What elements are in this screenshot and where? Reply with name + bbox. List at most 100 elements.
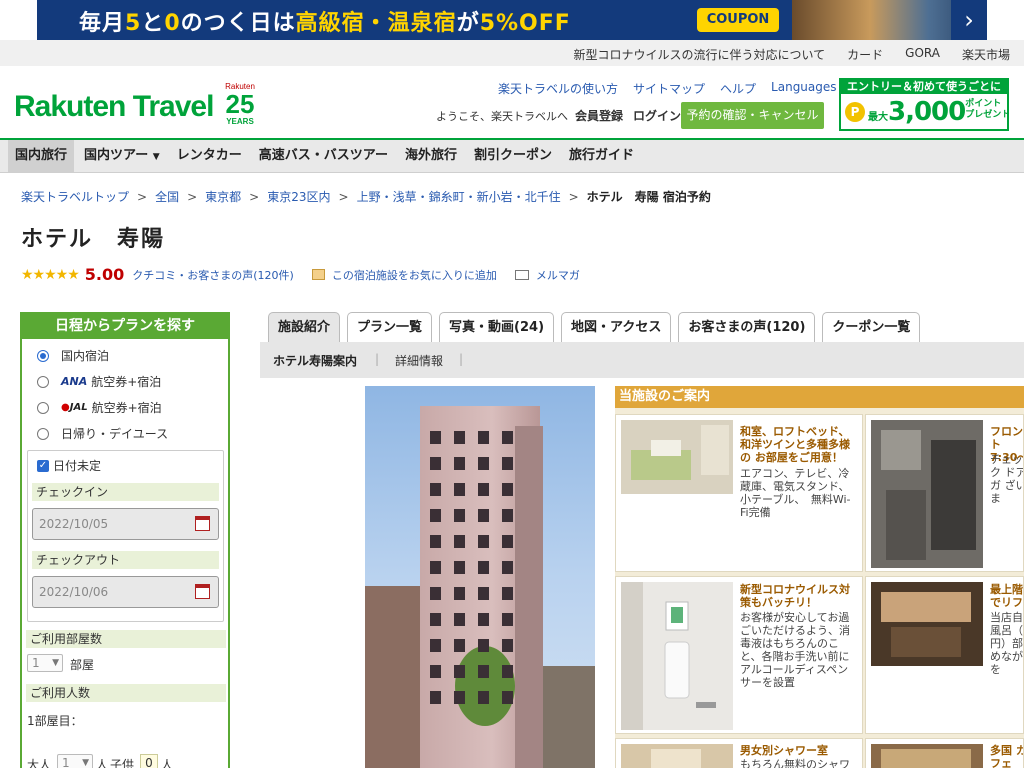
login-link[interactable]: ログイン [633, 107, 681, 124]
guide-card-shower[interactable]: 男女別シャワー室 もちろん無料のシャワ [615, 738, 863, 768]
header-links: 楽天トラベルの使い方 サイトマップ ヘルプ Languages ▼ [498, 80, 847, 97]
photo-window [478, 483, 489, 496]
nav-overseas[interactable]: 海外旅行 [398, 140, 464, 172]
link-help[interactable]: ヘルプ [720, 80, 756, 97]
radio-domestic-stay[interactable]: 国内宿泊 [37, 347, 109, 364]
anniversary-logo: Rakuten 25 YEARS [225, 82, 255, 126]
checkin-input[interactable]: 2022/10/05 [32, 508, 219, 540]
breadcrumb-23ku[interactable]: 東京23区内 [267, 190, 330, 204]
mail-icon [514, 269, 529, 280]
radio-day-use[interactable]: 日帰り・デイユース [37, 425, 168, 442]
util-link-covid[interactable]: 新型コロナウイルスの流行に伴う対応について [574, 46, 826, 63]
radio-button[interactable] [37, 427, 49, 440]
checkmark-icon[interactable]: ✓ [37, 459, 49, 472]
photo-window [478, 535, 489, 548]
tab-map[interactable]: 地図・アクセス [561, 312, 672, 342]
card-desc: チェック ドアガ ざいま [990, 453, 1024, 505]
checkout-label: チェックアウト [32, 551, 219, 569]
child-label: 子供 [110, 758, 135, 768]
date-undecided-checkbox[interactable]: ✓ 日付未定 [37, 457, 101, 474]
nav-domestic-tour[interactable]: 国内ツアー ▼ [77, 140, 167, 172]
breadcrumb-area[interactable]: 上野・浅草・錦糸町・新小岩・北千住 [357, 190, 561, 204]
photo-window [502, 561, 513, 574]
chevron-down-icon: ▼ [52, 658, 59, 668]
tab-overview[interactable]: 施設紹介 [268, 312, 341, 342]
photo-window [478, 457, 489, 470]
radio-jal-stay[interactable]: ●JAL 航空券+宿泊 [37, 399, 162, 416]
subtab-hotel-info[interactable]: ホテル寿陽案内 [273, 352, 357, 369]
languages-dropdown[interactable]: Languages ▼ [771, 80, 847, 97]
guide-card-covid[interactable]: 新型コロナウイルス対策もバッチリ！ お客様が安心してお過ごいただけるよう、消毒液… [615, 576, 863, 734]
review-link[interactable]: クチコミ・お客さまの声(120件) [132, 267, 294, 283]
nav-domestic-travel[interactable]: 国内旅行 [8, 140, 75, 172]
facility-guide: 当施設のご案内 和室、ロフトベッド、和洋ツインと多種多様の お部屋をご用意！ エ… [615, 386, 1024, 768]
ana-logo: ANA [61, 375, 88, 388]
photo-window [430, 691, 441, 704]
radio-button[interactable] [37, 401, 49, 414]
plan-search-panel: 日程からプランを探す 国内宿泊 ANA 航空券+宿泊 ●JAL 航空券+宿泊 日帰り… [20, 312, 230, 768]
radio-button[interactable] [37, 349, 49, 362]
rakuten-travel-logo[interactable]: Rakuten Travel [14, 90, 214, 124]
welcome-text: ようこそ、楽天トラベルへ [436, 110, 568, 123]
card-photo-sanitizer [621, 582, 733, 730]
nav-guide[interactable]: 旅行ガイド [562, 140, 641, 172]
facility-guide-title: 当施設のご案内 [615, 386, 1024, 408]
reservation-confirm-button[interactable]: 予約の確認・キャンセル [681, 102, 824, 129]
tab-reviews[interactable]: お客さまの声(120) [678, 312, 816, 342]
photo-window [454, 483, 465, 496]
member-register-link[interactable]: 会員登録 [575, 107, 623, 124]
guide-card-bath[interactable]: 最上階 でリフ 当店自 風呂（ 円）部 めなが を [865, 576, 1024, 734]
nav-rental-car[interactable]: レンタカー [170, 140, 249, 172]
util-link-card[interactable]: カード [847, 46, 883, 63]
link-sitemap[interactable]: サイトマップ [633, 80, 705, 97]
guide-card-rooms[interactable]: 和室、ロフトベッド、和洋ツインと多種多様の お部屋をご用意！ エアコン、テレビ、… [615, 414, 863, 572]
calendar-icon[interactable] [195, 516, 210, 531]
radio-ana-stay[interactable]: ANA 航空券+宿泊 [37, 373, 161, 390]
child-input[interactable]: 0 [140, 754, 158, 768]
guide-card-cafe[interactable]: 多国 カフェ [865, 738, 1024, 768]
divider: | [375, 352, 380, 366]
subtab-details[interactable]: 詳細情報 [395, 352, 443, 369]
adult-select[interactable]: 1 ▼ [57, 754, 93, 768]
mail-magazine-link[interactable]: メルマガ [536, 267, 580, 283]
nav-bus[interactable]: 高速バス・バスツアー [252, 140, 395, 172]
favorite-folder-icon [311, 269, 325, 280]
link-how-to-use[interactable]: 楽天トラベルの使い方 [498, 80, 618, 97]
photo-window [430, 665, 441, 678]
photo-neighbor-building [365, 586, 420, 768]
breadcrumb-top[interactable]: 楽天トラベルトップ [21, 190, 129, 204]
radio-button[interactable] [37, 375, 49, 388]
card-photo-bath [871, 582, 983, 666]
checkout-input[interactable]: 2022/10/06 [32, 576, 219, 608]
tab-photos[interactable]: 写真・動画(24) [439, 312, 555, 342]
tab-plans[interactable]: プラン一覧 [347, 312, 433, 342]
photo-window [502, 483, 513, 496]
photo-window [478, 587, 489, 600]
util-link-gora[interactable]: GORA [905, 46, 940, 63]
date-box: ✓ 日付未定 チェックイン 2022/10/05 チェックアウト 2022/10/… [27, 450, 224, 622]
card-title: 男女別シャワー室 [740, 744, 828, 757]
banner-next-arrow-icon[interactable]: › [951, 0, 987, 40]
add-favorite-link[interactable]: この宿泊施設をお気に入りに追加 [332, 267, 497, 283]
photo-window [478, 691, 489, 704]
calendar-icon[interactable] [195, 584, 210, 599]
breadcrumb-nationwide[interactable]: 全国 [155, 190, 179, 204]
card-title: 最上階 でリフ [990, 583, 1023, 609]
breadcrumb-tokyo[interactable]: 東京都 [205, 190, 241, 204]
rooms-select[interactable]: 1 ▼ [27, 654, 63, 672]
promo-banner[interactable]: 毎月5と0のつく日は高級宿・温泉宿が5%OFF COUPON › [37, 0, 987, 40]
hotel-main-photo[interactable] [365, 386, 595, 768]
photo-window [430, 535, 441, 548]
checkin-label: チェックイン [32, 483, 219, 501]
card-title: 新型コロナウイルス対策もバッチリ！ [740, 583, 850, 609]
card-photo-japanese-room [621, 420, 733, 494]
util-link-ichiba[interactable]: 楽天市場 [962, 46, 1010, 63]
rating-row: ★★★★★ 5.00 クチコミ・お客さまの声(120件) この宿泊施設をお気に入… [21, 265, 580, 284]
guide-card-front[interactable]: フロント 7:30〜 チェック ドアガ ざいま [865, 414, 1024, 572]
photo-window [430, 587, 441, 600]
nav-coupon[interactable]: 割引クーポン [467, 140, 559, 172]
entry-point-promo[interactable]: エントリー＆初めて使うごとに P 最大3,000ポイント プレゼント [839, 78, 1010, 131]
tab-coupons[interactable]: クーポン一覧 [822, 312, 921, 342]
main-nav: 国内旅行 国内ツアー ▼ レンタカー 高速バス・バスツアー 海外旅行 割引クーポ… [0, 140, 1024, 173]
photo-window [502, 431, 513, 444]
